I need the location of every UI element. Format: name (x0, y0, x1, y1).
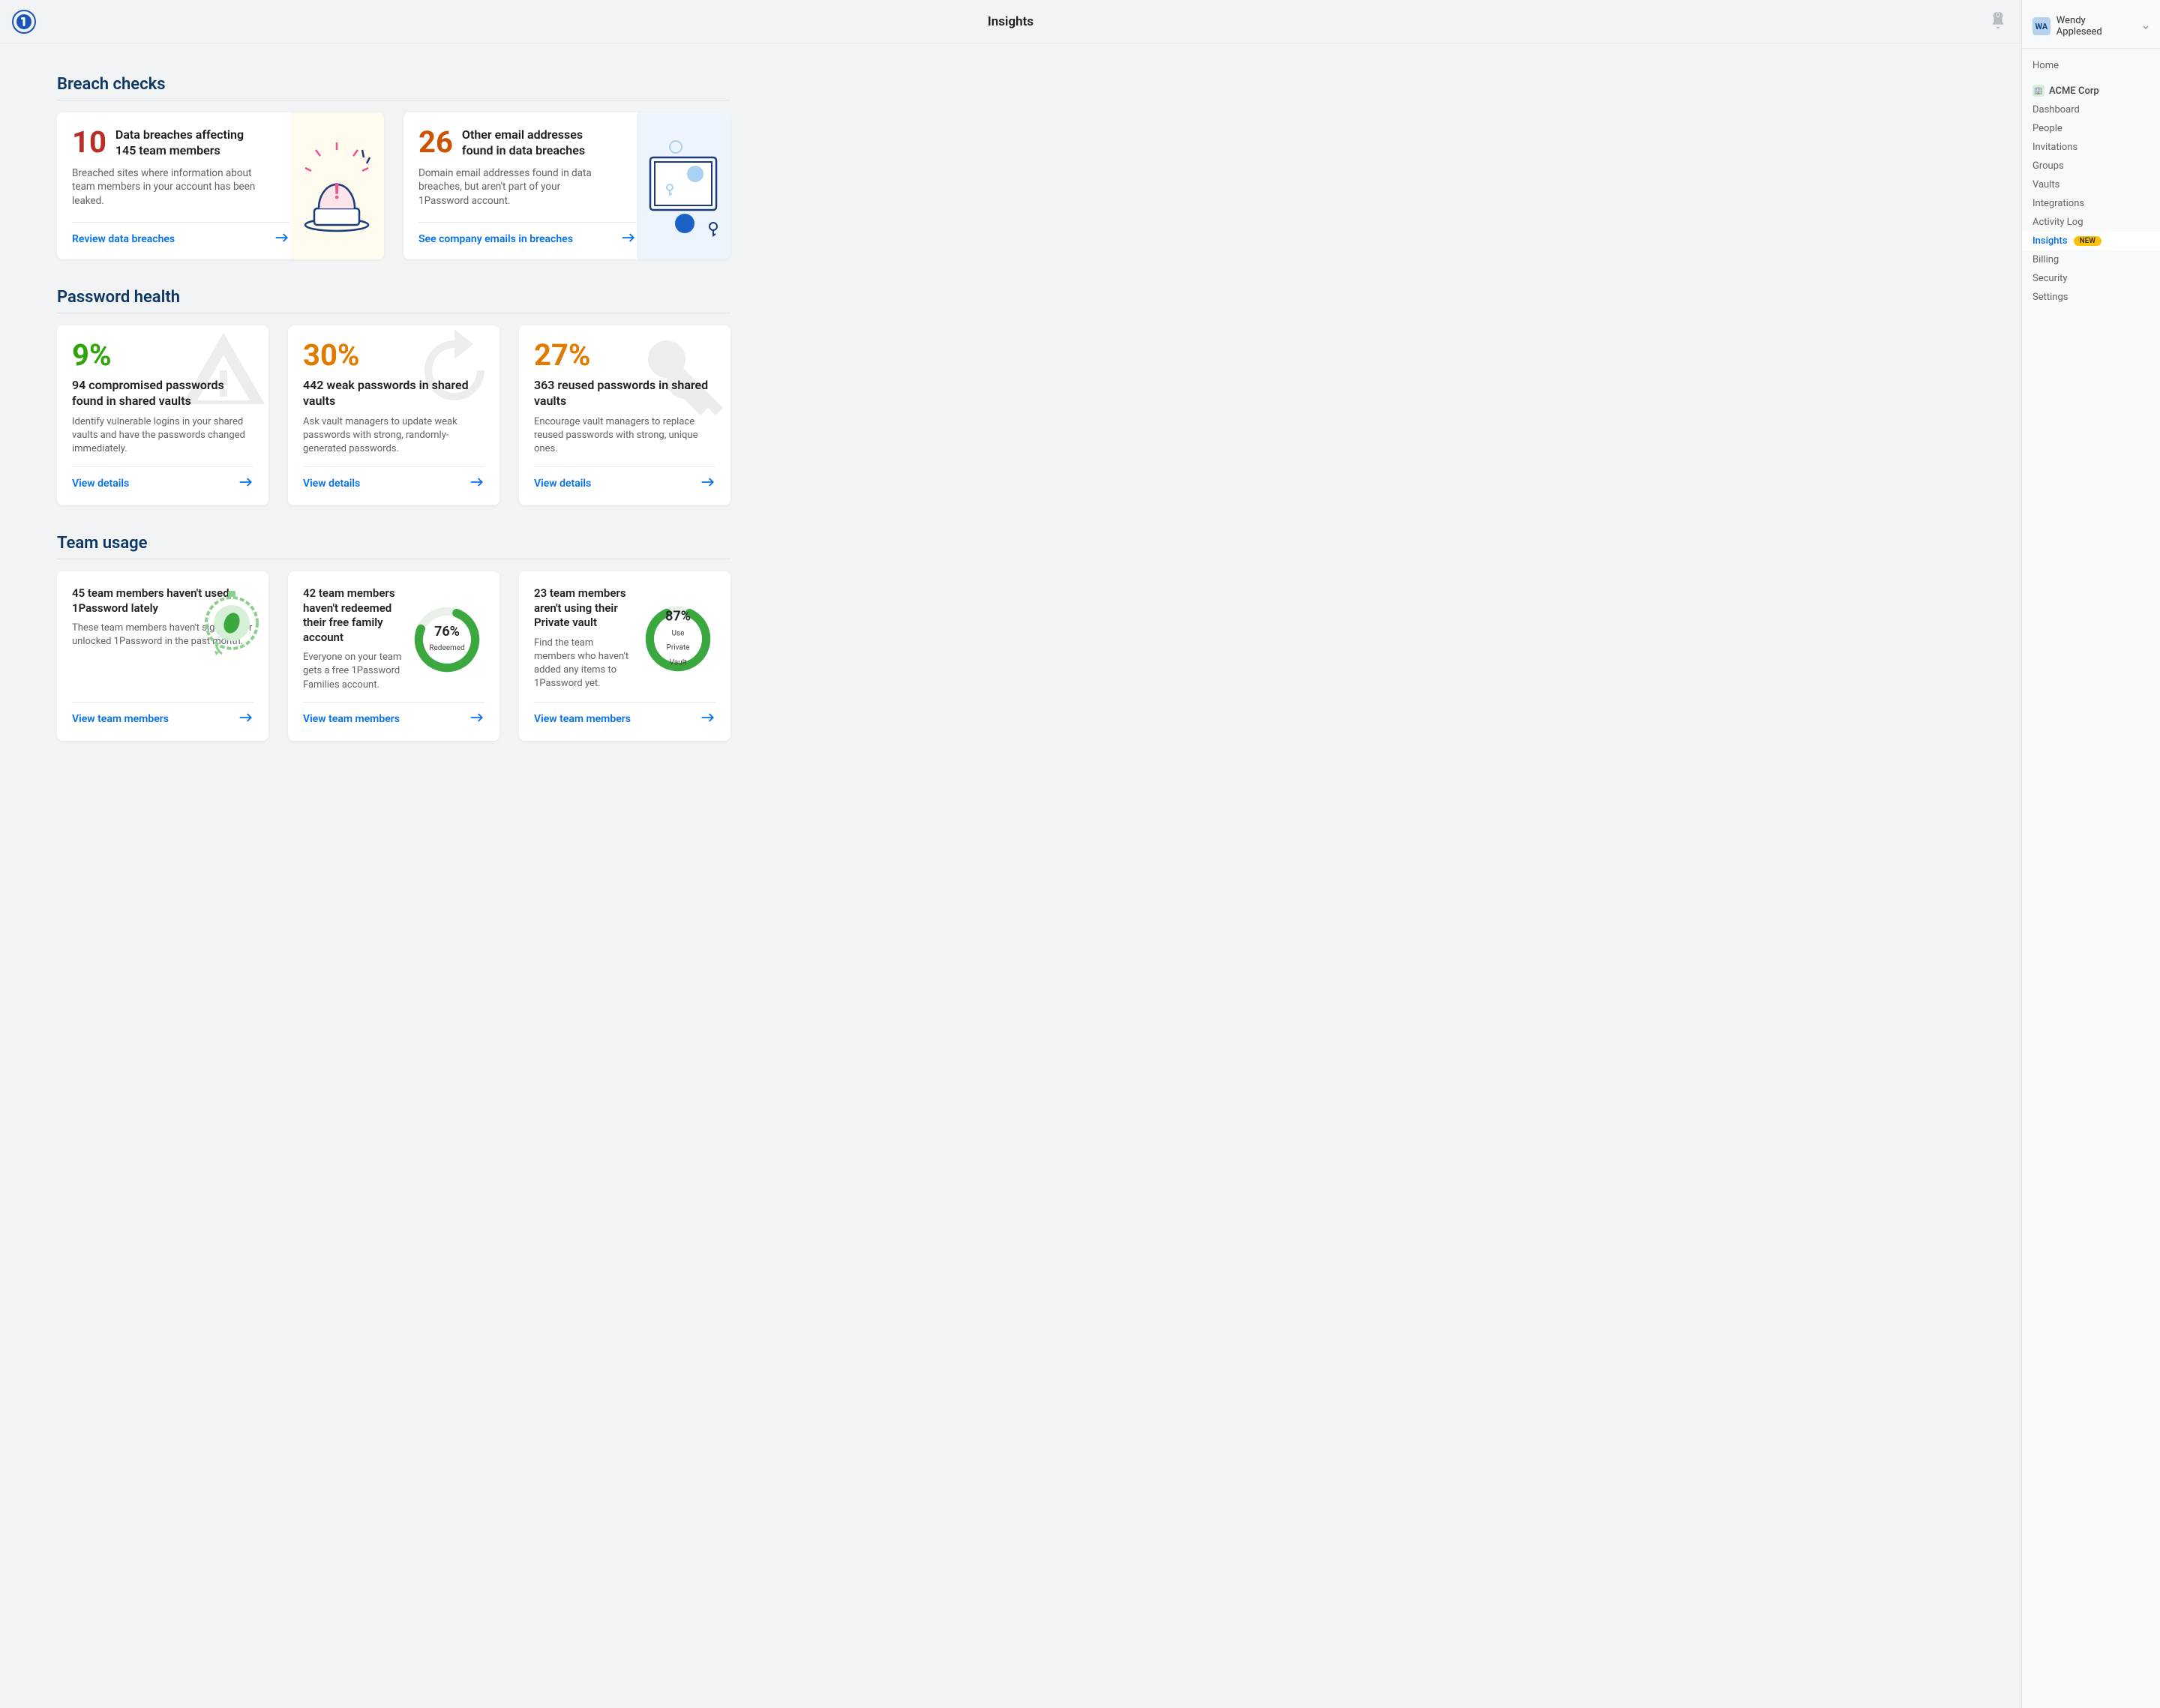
notification-count-badge: 0 (1993, 12, 2002, 19)
page-header: Insights 0 (0, 0, 2021, 43)
see-emails-link[interactable]: See company emails in breaches (418, 233, 573, 245)
svg-text:!: ! (334, 178, 340, 205)
app-logo-icon (12, 10, 36, 34)
review-breaches-link[interactable]: Review data breaches (72, 233, 175, 245)
chevron-down-icon (2142, 19, 2150, 34)
arrow-right-icon (470, 712, 484, 726)
nav-item[interactable]: Settings (2022, 288, 2160, 307)
breach-heading: Data breaches affecting 145 team members (116, 127, 260, 159)
nav-item[interactable]: Invitations (2022, 138, 2160, 157)
warning-triangle-icon (178, 325, 268, 415)
breach-heading: Other email addresses found in data brea… (462, 127, 606, 159)
user-name: Wendy Appleseed (2056, 15, 2133, 37)
breach-count: 26 (418, 127, 453, 157)
donut-label: Use Private Vault (667, 629, 690, 667)
usage-heading: 23 team members aren't using their Priva… (534, 586, 634, 631)
view-details-link[interactable]: View details (534, 478, 591, 490)
key-icon (640, 325, 730, 415)
right-sidebar: WA Wendy Appleseed Home 🏢 ACME Corp Dash… (2021, 0, 2160, 1708)
arrow-right-icon (274, 232, 290, 246)
arrow-right-icon (238, 712, 254, 726)
health-card-compromised: 9% 94 compromised passwords found in sha… (57, 325, 268, 505)
new-badge: NEW (2074, 236, 2102, 246)
donut-chart-redeemed: 76% Redeemed (412, 604, 482, 675)
usage-card-inactive: 45 team members haven't used 1Password l… (57, 571, 268, 741)
donut-percent: 87% (665, 608, 691, 624)
nav-insights[interactable]: Insights NEW (2022, 232, 2160, 250)
usage-description: Everyone on your team gets a free 1Passw… (303, 651, 404, 692)
nav-item[interactable]: Activity Log (2022, 213, 2160, 232)
arrow-right-icon (700, 476, 716, 490)
health-card-weak: 30% 442 weak passwords in shared vaults … (288, 325, 500, 505)
breach-card: 10 Data breaches affecting 145 team memb… (57, 112, 384, 259)
nav-item[interactable]: Integrations (2022, 194, 2160, 213)
nav-item[interactable]: Groups (2022, 157, 2160, 175)
usage-description: Find the team members who haven't added … (534, 637, 634, 691)
stopwatch-illustration (198, 582, 266, 664)
arrow-right-icon (238, 476, 254, 490)
donut-chart-private-vault: 87% Use Private Vault (643, 604, 713, 674)
nav-item[interactable]: Security (2022, 269, 2160, 288)
health-description: Ask vault managers to update weak passwo… (303, 415, 484, 457)
usage-card-private-vault: 23 team members aren't using their Priva… (519, 571, 730, 741)
breach-description: Breached sites where information about t… (72, 166, 260, 209)
section-title-health: Password health (57, 279, 730, 307)
health-description: Identify vulnerable logins in your share… (72, 415, 254, 457)
usage-card-family: 42 team members haven't redeemed their f… (288, 571, 500, 741)
view-details-link[interactable]: View details (303, 478, 360, 490)
section-title-usage: Team usage (57, 525, 730, 553)
view-team-members-link[interactable]: View team members (303, 713, 400, 725)
monitor-illustration (637, 112, 730, 259)
breach-count: 10 (72, 127, 106, 157)
section-title-breach: Breach checks (57, 66, 730, 94)
alarm-illustration: ! (290, 112, 384, 259)
org-icon: 🏢 (2032, 85, 2044, 97)
donut-label: Redeemed (429, 645, 464, 653)
nav-home[interactable]: Home (2022, 56, 2160, 75)
nav-item-label: Insights (2032, 235, 2068, 247)
avatar: WA (2032, 17, 2050, 35)
notifications-button[interactable]: 0 (1990, 13, 2006, 30)
health-card-reused: 27% 363 reused passwords in shared vault… (519, 325, 730, 505)
breach-card: 26 Other email addresses found in data b… (404, 112, 730, 259)
arrow-right-icon (470, 476, 484, 490)
view-team-members-link[interactable]: View team members (534, 713, 631, 725)
nav-item[interactable]: Dashboard (2022, 100, 2160, 119)
donut-percent: 76% (434, 624, 460, 640)
refresh-icon (410, 325, 500, 415)
view-team-members-link[interactable]: View team members (72, 713, 169, 725)
health-description: Encourage vault managers to replace reus… (534, 415, 716, 457)
nav-org-label: ACME Corp (2049, 85, 2099, 97)
user-menu[interactable]: WA Wendy Appleseed (2022, 12, 2160, 49)
page-title: Insights (988, 14, 1034, 29)
nav-org[interactable]: 🏢 ACME Corp (2022, 81, 2160, 100)
usage-heading: 42 team members haven't redeemed their f… (303, 586, 404, 645)
nav-item[interactable]: People (2022, 119, 2160, 138)
breach-description: Domain email addresses found in data bre… (418, 166, 606, 209)
nav-item[interactable]: Billing (2022, 250, 2160, 269)
arrow-right-icon (700, 712, 716, 726)
nav-item[interactable]: Vaults (2022, 175, 2160, 194)
view-details-link[interactable]: View details (72, 478, 129, 490)
arrow-right-icon (621, 232, 636, 246)
